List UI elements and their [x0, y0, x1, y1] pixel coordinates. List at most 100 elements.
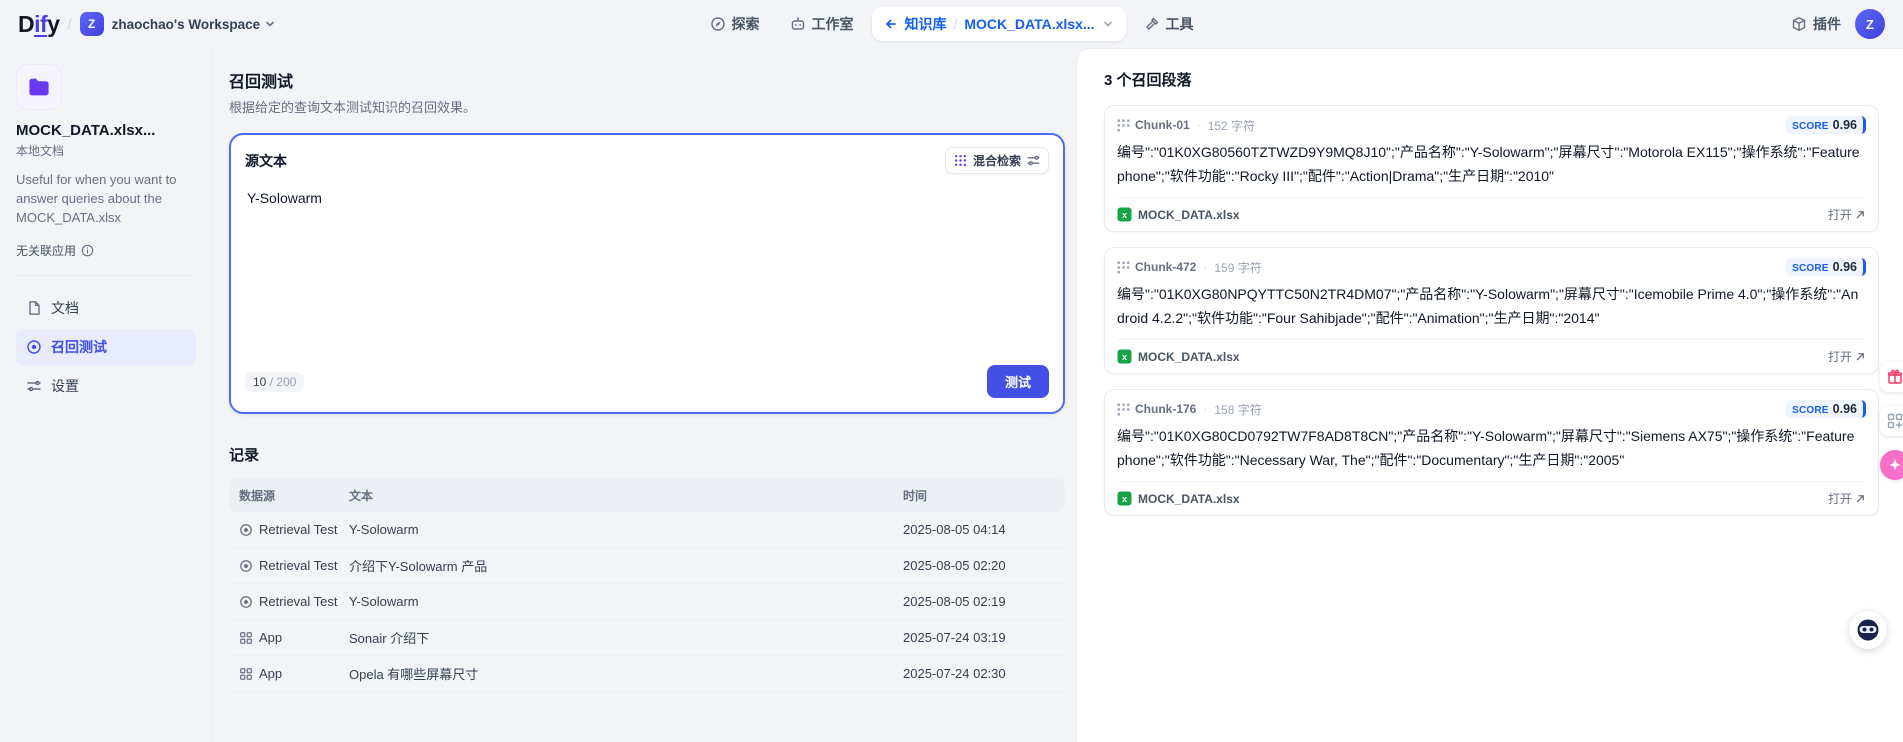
open-chunk-link[interactable]: 打开: [1828, 206, 1866, 223]
plugins-label: 插件: [1813, 14, 1841, 34]
logo-letter: D: [18, 11, 34, 37]
record-time: 2025-08-05 02:20: [903, 558, 1065, 573]
table-row[interactable]: App Sonair 介绍下 2025-07-24 03:19: [229, 620, 1065, 656]
robot-icon: [789, 16, 805, 32]
open-chunk-link[interactable]: 打开: [1828, 490, 1866, 507]
table-row[interactable]: Retrieval Test Y-Solowarm 2025-08-05 02:…: [229, 584, 1065, 620]
source-file-name: MOCK_DATA.xlsx: [1138, 208, 1240, 222]
score-badge: SCORE 0.96: [1786, 400, 1866, 418]
sidebar-divider: [16, 275, 196, 276]
sidebar-item-documents[interactable]: 文档: [16, 290, 196, 327]
record-text: 介绍下Y-Solowarm 产品: [341, 556, 903, 575]
score-label: SCORE: [1792, 263, 1829, 274]
promo-button[interactable]: [1880, 450, 1903, 480]
page-title: 召回测试: [229, 68, 1076, 92]
nav-knowledge-active[interactable]: 知识库 / MOCK_DATA.xlsx...: [871, 7, 1125, 41]
column-header-text: 文本: [341, 487, 903, 504]
score-value: 0.96: [1833, 118, 1857, 132]
dify-assistant-bubble[interactable]: [1849, 611, 1887, 649]
record-time: 2025-07-24 03:19: [903, 630, 1065, 645]
record-source: Retrieval Test: [259, 522, 338, 537]
records-title: 记录: [229, 444, 1065, 465]
record-text: Sonair 介绍下: [341, 628, 903, 647]
score-badge: SCORE 0.96: [1786, 116, 1866, 134]
score-badge: SCORE 0.96: [1786, 258, 1866, 276]
nav-tools[interactable]: 工具: [1132, 7, 1206, 41]
search-mode-label: 混合检索: [973, 152, 1021, 169]
user-avatar[interactable]: Z: [1855, 9, 1885, 39]
grid-plus-icon: [1887, 413, 1903, 429]
nav-studio[interactable]: 工作室: [777, 7, 865, 41]
table-row[interactable]: Retrieval Test Y-Solowarm 2025-08-05 04:…: [229, 512, 1065, 548]
source-file-name: MOCK_DATA.xlsx: [1138, 350, 1240, 364]
external-link-icon: [1855, 493, 1866, 504]
dataset-description: Useful for when you want to answer queri…: [16, 171, 196, 228]
record-text: Opela 有哪些屏幕尺寸: [341, 664, 903, 683]
chunk-char-count: 159 字符: [1214, 259, 1261, 276]
main-nav: 探索 工作室 知识库 / MOCK_DATA.xlsx... 工具: [697, 0, 1205, 48]
dify-logo[interactable]: Dify: [18, 13, 59, 36]
chunk-id: Chunk-176: [1135, 402, 1196, 416]
workspace-name: zhaochao's Workspace: [112, 17, 261, 32]
chunk-grid-icon: [1117, 119, 1130, 132]
hammer-icon: [1144, 16, 1160, 32]
add-widget-button[interactable]: [1880, 406, 1903, 436]
workspace-selector[interactable]: zhaochao's Workspace: [112, 17, 277, 32]
dify-mascot-icon: [1856, 618, 1880, 642]
dot-separator: ·: [1197, 118, 1201, 132]
package-icon: [1791, 16, 1807, 32]
linked-apps-status: 无关联应用: [16, 242, 196, 259]
table-row[interactable]: Retrieval Test 介绍下Y-Solowarm 产品 2025-08-…: [229, 548, 1065, 584]
records-table-header: 数据源 文本 时间: [229, 478, 1065, 512]
record-source: App: [259, 630, 282, 645]
chevron-down-icon: [264, 18, 276, 30]
table-row[interactable]: App Opela 有哪些屏幕尺寸 2025-07-24 02:30: [229, 656, 1065, 692]
sidebar-item-label: 召回测试: [51, 337, 107, 357]
source-file-name: MOCK_DATA.xlsx: [1138, 492, 1240, 506]
target-icon: [239, 595, 253, 609]
sliders-icon: [26, 378, 42, 394]
record-time: 2025-07-24 02:30: [903, 666, 1065, 681]
chunk-card[interactable]: Chunk-01 · 152 字符 SCORE 0.96 编号":"01K0XG…: [1104, 105, 1879, 232]
svg-text:x: x: [1122, 352, 1127, 362]
top-header: Dify / Z zhaochao's Workspace 探索 工作室 知识库…: [0, 0, 1903, 48]
results-title: 3 个召回段落: [1104, 69, 1879, 90]
sidebar-item-settings[interactable]: 设置: [16, 368, 196, 405]
chunk-card[interactable]: Chunk-176 · 158 字符 SCORE 0.96 编号":"01K0X…: [1104, 389, 1879, 516]
sidebar-item-label: 文档: [51, 298, 79, 318]
folder-icon: [27, 75, 51, 99]
excel-file-icon: x: [1117, 349, 1132, 364]
info-icon[interactable]: [81, 244, 94, 257]
sidebar-item-retrieval-test[interactable]: 召回测试: [16, 329, 196, 366]
nav-explore[interactable]: 探索: [697, 7, 771, 41]
logo-letter: if: [34, 11, 47, 37]
score-value: 0.96: [1833, 260, 1857, 274]
target-icon: [239, 523, 253, 537]
chunk-id: Chunk-01: [1135, 118, 1190, 132]
gift-button[interactable]: [1880, 362, 1903, 392]
column-header-source: 数据源: [229, 487, 341, 504]
plugins-button[interactable]: 插件: [1791, 14, 1841, 34]
sidebar-item-label: 设置: [51, 376, 79, 396]
workspace-avatar[interactable]: Z: [80, 12, 104, 36]
svg-text:x: x: [1122, 210, 1127, 220]
nav-knowledge-doc: MOCK_DATA.xlsx...: [964, 16, 1094, 32]
chunk-content: 编号":"01K0XG80560TZTWZD9Y9MQ8J10";"产品名称":…: [1117, 141, 1866, 188]
dot-separator: ·: [1203, 402, 1207, 416]
grid-dots-icon: [954, 154, 967, 167]
dot-separator: ·: [1203, 260, 1207, 274]
char-counter: 10 / 200: [245, 372, 304, 392]
chunk-card[interactable]: Chunk-472 · 159 字符 SCORE 0.96 编号":"01K0X…: [1104, 247, 1879, 374]
record-source: Retrieval Test: [259, 594, 338, 609]
app-grid-icon: [239, 631, 253, 645]
test-button[interactable]: 测试: [987, 365, 1049, 398]
search-mode-badge[interactable]: 混合检索: [945, 147, 1049, 174]
open-chunk-link[interactable]: 打开: [1828, 348, 1866, 365]
char-count: 10: [253, 375, 266, 389]
record-text: Y-Solowarm: [341, 594, 903, 609]
sparkle-icon: [1888, 458, 1902, 472]
score-value: 0.96: [1833, 402, 1857, 416]
column-header-time: 时间: [903, 487, 1065, 504]
query-text-input[interactable]: Y-Solowarm: [245, 186, 1049, 365]
settings-sliders-icon: [1027, 154, 1040, 167]
